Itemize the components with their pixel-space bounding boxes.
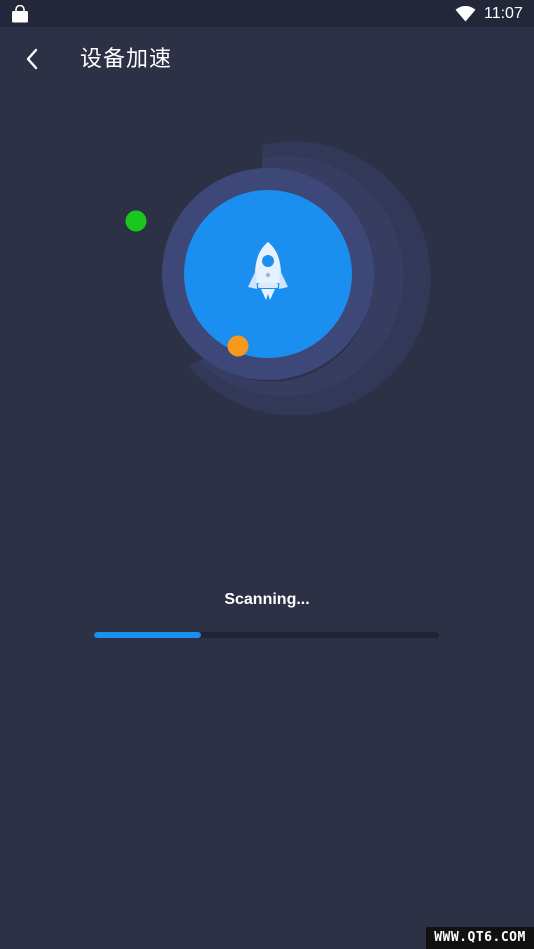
status-bar: 11:07 bbox=[0, 0, 534, 27]
scan-graphic bbox=[125, 141, 431, 416]
orange-dot bbox=[227, 335, 249, 357]
back-button[interactable] bbox=[14, 43, 50, 75]
app-bar: 设备加速 bbox=[0, 27, 534, 91]
page-title: 设备加速 bbox=[80, 46, 173, 71]
shopping-bag-icon bbox=[12, 5, 28, 23]
watermark: WWW.QT6.COM bbox=[426, 927, 534, 949]
scan-status-text: Scanning... bbox=[224, 591, 310, 608]
wifi-icon bbox=[455, 6, 476, 22]
green-dot bbox=[125, 210, 147, 232]
scan-progress-fill bbox=[94, 632, 201, 638]
scan-progress-bar bbox=[94, 632, 439, 638]
back-arrow-icon bbox=[26, 48, 38, 70]
status-time: 11:07 bbox=[484, 5, 523, 22]
